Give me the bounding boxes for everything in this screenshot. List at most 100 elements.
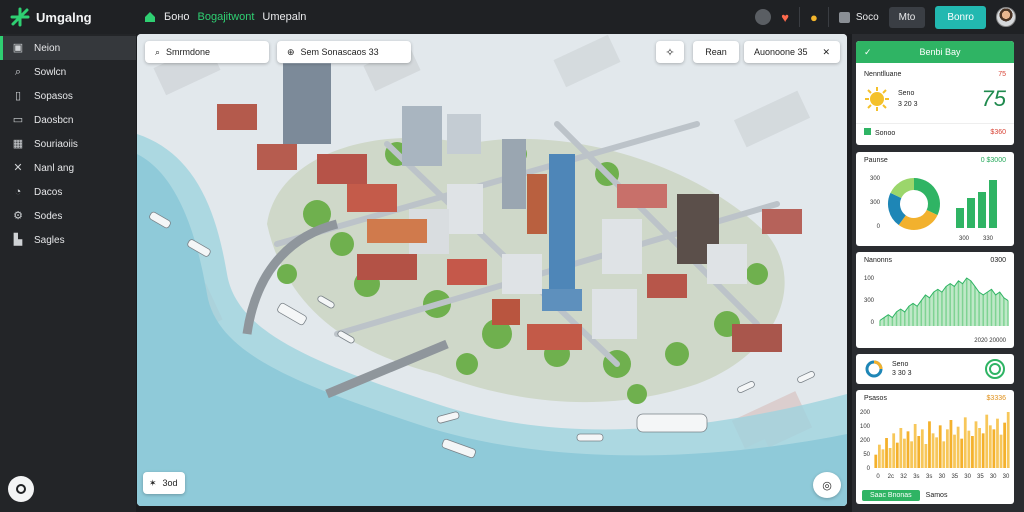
scale-label: 3od (162, 478, 178, 488)
bar-card: Psasos $3336 200 100 200 50 0 0 2c 32 3s 3s 30 35 30… (856, 390, 1014, 504)
pin-icon: ✶ (149, 477, 157, 488)
map-search-chip[interactable]: ⌕ Smrmdone (145, 41, 269, 63)
bar-x-label: 3s (926, 474, 932, 480)
wallet[interactable]: Soco (838, 11, 879, 23)
bar-mark (971, 436, 974, 468)
top-nav-item-1[interactable]: Боно (164, 11, 190, 23)
sidebar-item-7[interactable]: ⚙ Sodes (0, 204, 136, 228)
area-tick-label: 300 (864, 298, 875, 304)
sidebar-item-2[interactable]: ▯ Sopasos (0, 84, 136, 108)
weather-title: Nenntlluane (864, 70, 902, 78)
map-zoom-chip[interactable]: Rean (693, 41, 739, 63)
progress-ring-icon (865, 360, 883, 378)
bar-mark (899, 428, 903, 468)
area-card-value: 0300 (990, 256, 1006, 264)
leaf-logo-icon (10, 7, 30, 27)
map-filter-chip[interactable]: ⊕ Sem Sonascaos 33 (277, 41, 411, 63)
sidebar-item-label: Sopasos (34, 90, 73, 102)
divider (827, 7, 829, 27)
search-icon: ⌕ (14, 66, 22, 78)
sidebar-item-label: Neion (34, 42, 61, 54)
status-row[interactable]: Sonoo $360 (856, 123, 1014, 141)
bar-card-secondary-action[interactable]: Samos (926, 492, 948, 499)
bar-mark (978, 428, 981, 468)
home-icon[interactable] (144, 11, 156, 23)
top-bar: Umgalng Боно Bogajitwont Umepaln ♥ ● Soc… (0, 0, 1024, 34)
search-icon: ⌕ (155, 46, 161, 57)
help-button[interactable] (8, 476, 34, 502)
avatar[interactable] (996, 7, 1016, 27)
bar-mark (910, 441, 913, 468)
coin-icon[interactable]: ● (810, 10, 818, 25)
bell-icon[interactable]: ♥ (781, 10, 789, 25)
primary-button[interactable]: Bonro (935, 5, 986, 29)
compass-icon: ✧ (665, 46, 675, 59)
donut-tick-label: 300 (870, 176, 881, 182)
bar-tick-label: 0 (867, 466, 871, 472)
donut-bar-label: 300 (959, 236, 970, 242)
building-icon: ▙ (13, 234, 23, 246)
secondary-button[interactable]: Mto (888, 6, 926, 28)
bar-tick-label: 100 (860, 424, 871, 430)
target-icon[interactable] (984, 358, 1006, 380)
donut-card-title: Paunse (864, 156, 888, 164)
sidebar-item-1[interactable]: ⌕ Sowlcn (0, 60, 136, 84)
sidebar-item-5[interactable]: ✕ Nanl ang (0, 156, 136, 180)
bar-mark (913, 424, 917, 468)
top-nav-item-2[interactable]: Bogajitwont (198, 11, 255, 23)
sidebar-item-3[interactable]: ▭ Daosbcn (0, 108, 136, 132)
mini-card-title: Seno (892, 361, 909, 368)
divider (798, 7, 800, 27)
layers-icon: ▣ (12, 42, 24, 54)
map-location-chip[interactable]: Auonoone 35 ✕ (744, 41, 840, 63)
bar-mark (885, 438, 888, 468)
bar-x-label: 30 (964, 474, 971, 480)
wallet-label: Soco (855, 11, 879, 23)
bar-mark (917, 436, 921, 468)
area-card-title: Nanonns (864, 256, 893, 264)
sidebar-item-4[interactable]: ▦ Souriaoiis (0, 132, 136, 156)
brand-name: Umgalng (36, 9, 92, 25)
panel-header[interactable]: ✓ Benbi Bay (856, 41, 1014, 63)
bar-mark (963, 417, 967, 468)
map-scale-chip[interactable]: ✶ 3od (143, 472, 185, 494)
panel-header-title: Benbi Bay (919, 47, 961, 57)
tools-icon: ✕ (13, 162, 23, 174)
bar-mark (1003, 422, 1007, 468)
bar-mark (999, 434, 1003, 468)
top-nav-item-3[interactable]: Umepaln (262, 11, 306, 23)
donut-slice (888, 192, 907, 226)
bar-mark (903, 438, 906, 468)
map-canvas (137, 34, 847, 506)
area-card-header: Nanonns 0300 (856, 252, 1014, 268)
bar-mark (949, 420, 953, 468)
donut-chart: 300 300 0 300 330 (870, 176, 997, 242)
donut-slice (913, 178, 940, 216)
mini-card-value: 3 30 3 (892, 370, 912, 377)
bar-card-action-button[interactable]: Saac Bnonas (862, 489, 920, 501)
rocket-icon: ◔ (14, 186, 22, 198)
donut-tick-label: 0 (877, 224, 881, 230)
map-filter-label: Sem Sonascaos 33 (300, 47, 379, 57)
close-icon[interactable]: ✕ (822, 47, 830, 58)
map-compass-button[interactable]: ✧ (656, 41, 684, 63)
bar-x-label: 2c (888, 474, 894, 480)
monitor-icon: ▭ (12, 114, 24, 126)
sidebar-item-8[interactable]: ▙ Sagles (0, 228, 136, 252)
sidebar-item-label: Sagles (34, 234, 65, 246)
weather-line-2: 3 20 3 (898, 101, 918, 108)
bar-tick-label: 50 (863, 452, 870, 458)
moon-icon[interactable] (755, 9, 772, 25)
logo[interactable]: Umgalng (0, 7, 136, 27)
bar-mark (945, 429, 949, 468)
bar-mark (877, 444, 881, 468)
sidebar-item-0[interactable]: ▣ Neion (0, 36, 136, 60)
city-map[interactable]: ⌕ Smrmdone ⊕ Sem Sonascaos 33 ✧ Rean Auo… (137, 34, 847, 506)
bar-chart: 200 100 200 50 00 2c 32 3s 3s 30 35 30 35 30 30 (860, 410, 1010, 480)
bar-mark (888, 448, 892, 468)
bar-mark (985, 414, 989, 468)
weather-big-value: 75 (981, 86, 1006, 111)
sidebar-item-6[interactable]: ◔ Dacos (0, 180, 136, 204)
map-locate-button[interactable]: ◎ (813, 472, 841, 498)
donut-bar-label: 330 (983, 236, 994, 242)
